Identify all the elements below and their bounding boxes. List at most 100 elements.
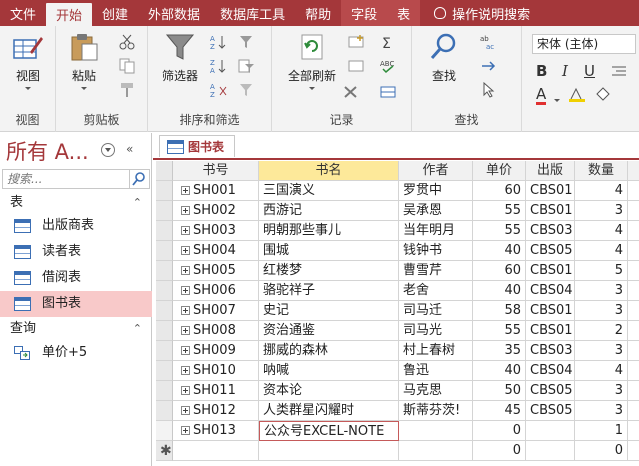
cell-quantity[interactable]: 3 xyxy=(575,341,628,361)
cell-title[interactable]: 明朝那些事儿 xyxy=(259,221,399,241)
cell-price[interactable]: 0 xyxy=(473,441,526,461)
cell-author[interactable]: 司马光 xyxy=(399,321,473,341)
column-header-title[interactable]: 书名 xyxy=(259,161,399,181)
expand-subdatasheet-icon[interactable] xyxy=(181,346,190,355)
cell-quantity[interactable]: 4 xyxy=(575,241,628,261)
nav-collapse-icon[interactable]: « xyxy=(126,142,133,156)
cell-publisher[interactable]: CBS01 xyxy=(526,301,575,321)
cell-title[interactable]: 西游记 xyxy=(259,201,399,221)
nav-title[interactable]: 所有 A... xyxy=(6,136,89,166)
cell-partial[interactable] xyxy=(628,341,639,361)
format-painter-icon[interactable] xyxy=(118,82,136,98)
cell-partial[interactable] xyxy=(628,181,639,201)
sort-ascending-icon[interactable]: A Z xyxy=(210,34,228,50)
cell-author[interactable]: 马克思 xyxy=(399,381,473,401)
cell-publisher[interactable]: CBS01 xyxy=(526,321,575,341)
cell-title[interactable]: 公众号EXCEL-NOTE xyxy=(259,421,399,441)
row-selector[interactable] xyxy=(156,201,173,221)
cell-title[interactable] xyxy=(259,441,399,461)
cell-quantity[interactable]: 3 xyxy=(575,381,628,401)
cell-publisher[interactable]: CBS05 xyxy=(526,241,575,261)
advanced-filter-icon[interactable] xyxy=(238,58,256,74)
cell-price[interactable]: 58 xyxy=(473,301,526,321)
cell-quantity[interactable]: 2 xyxy=(575,321,628,341)
cell-publisher[interactable] xyxy=(526,421,575,441)
paste-button[interactable]: 粘贴 xyxy=(62,32,106,90)
save-record-icon[interactable] xyxy=(348,58,366,74)
sort-descending-icon[interactable]: Z A xyxy=(210,58,228,74)
expand-subdatasheet-icon[interactable] xyxy=(181,326,190,335)
column-header-author[interactable]: 作者 xyxy=(399,161,473,181)
column-header-partial[interactable] xyxy=(628,161,639,181)
cell-publisher[interactable]: CBS01 xyxy=(526,201,575,221)
tab-fields[interactable]: 字段 xyxy=(341,0,388,26)
cell-quantity[interactable]: 4 xyxy=(575,361,628,381)
expand-subdatasheet-icon[interactable] xyxy=(181,246,190,255)
nav-search-button[interactable] xyxy=(129,170,149,188)
cell-id[interactable] xyxy=(173,441,259,461)
tab-home[interactable]: 开始 xyxy=(46,3,93,26)
cell-partial[interactable] xyxy=(628,401,639,421)
filter-button[interactable]: 筛选器 xyxy=(154,32,206,84)
tab-help[interactable]: 帮助 xyxy=(295,0,341,26)
cell-title[interactable]: 挪威的森林 xyxy=(259,341,399,361)
cell-partial[interactable] xyxy=(628,321,639,341)
cell-author[interactable]: 鲁迅 xyxy=(399,361,473,381)
refresh-all-button[interactable]: 全部刷新 xyxy=(280,32,344,90)
cell-publisher[interactable]: CBS05 xyxy=(526,381,575,401)
column-header-price[interactable]: 单价 xyxy=(473,161,526,181)
italic-button[interactable]: I xyxy=(562,62,568,80)
cell-price[interactable]: 40 xyxy=(473,281,526,301)
new-record-icon[interactable] xyxy=(348,34,366,50)
expand-subdatasheet-icon[interactable] xyxy=(181,226,190,235)
more-records-icon[interactable] xyxy=(380,84,398,100)
cell-publisher[interactable]: CBS05 xyxy=(526,401,575,421)
expand-subdatasheet-icon[interactable] xyxy=(181,426,190,435)
tab-database-tools[interactable]: 数据库工具 xyxy=(210,0,295,26)
expand-subdatasheet-icon[interactable] xyxy=(181,306,190,315)
cell-price[interactable]: 55 xyxy=(473,221,526,241)
row-selector[interactable] xyxy=(156,381,173,401)
cell-price[interactable]: 35 xyxy=(473,341,526,361)
tab-file[interactable]: 文件 xyxy=(0,0,46,26)
delete-record-icon[interactable] xyxy=(342,84,360,100)
nav-category-tables[interactable]: 表 ⌃ xyxy=(0,193,152,213)
cell-author[interactable]: 曹雪芹 xyxy=(399,261,473,281)
row-selector[interactable] xyxy=(156,261,173,281)
cell-title[interactable]: 呐喊 xyxy=(259,361,399,381)
expand-subdatasheet-icon[interactable] xyxy=(181,406,190,415)
cell-publisher[interactable] xyxy=(526,441,575,461)
cell-title[interactable]: 资本论 xyxy=(259,381,399,401)
cell-price[interactable]: 0 xyxy=(473,421,526,441)
column-header-publisher[interactable]: 出版 xyxy=(526,161,575,181)
expand-subdatasheet-icon[interactable] xyxy=(181,286,190,295)
cell-author[interactable] xyxy=(399,441,473,461)
cell-partial[interactable] xyxy=(628,201,639,221)
font-name-select[interactable]: 宋体 (主体) xyxy=(532,34,636,54)
totals-icon[interactable]: Σ xyxy=(380,34,398,50)
row-selector[interactable] xyxy=(156,421,173,441)
bold-button[interactable]: B xyxy=(536,62,547,80)
font-color-button[interactable]: A xyxy=(536,86,547,105)
cell-publisher[interactable]: CBS01 xyxy=(526,181,575,201)
row-selector[interactable] xyxy=(156,321,173,341)
cell-partial[interactable] xyxy=(628,381,639,401)
cell-partial[interactable] xyxy=(628,421,639,441)
cell-publisher[interactable]: CBS03 xyxy=(526,341,575,361)
cell-partial[interactable] xyxy=(628,441,639,461)
cell-author[interactable]: 斯蒂芬茨! xyxy=(399,401,473,421)
cell-quantity[interactable]: 5 xyxy=(575,261,628,281)
cell-title[interactable]: 红楼梦 xyxy=(259,261,399,281)
row-selector[interactable] xyxy=(156,221,173,241)
copy-icon[interactable] xyxy=(118,58,136,74)
cell-title[interactable]: 三国演义 xyxy=(259,181,399,201)
cell-quantity[interactable]: 0 xyxy=(575,441,628,461)
cell-author[interactable]: 当年明月 xyxy=(399,221,473,241)
expand-subdatasheet-icon[interactable] xyxy=(181,266,190,275)
cell-publisher[interactable]: CBS01 xyxy=(526,261,575,281)
document-tab-book-table[interactable]: 图书表 xyxy=(159,135,236,157)
cell-price[interactable]: 55 xyxy=(473,201,526,221)
row-selector[interactable] xyxy=(156,341,173,361)
cut-icon[interactable] xyxy=(118,34,136,50)
goto-icon[interactable] xyxy=(480,58,498,74)
